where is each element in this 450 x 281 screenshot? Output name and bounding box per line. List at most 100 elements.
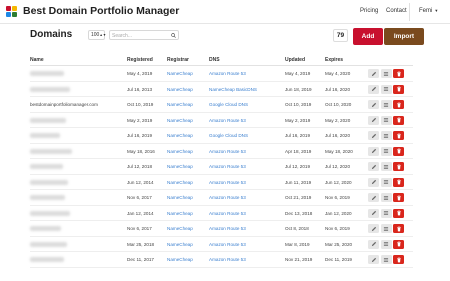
registrar-link[interactable]: NameCheap [167,71,193,76]
registrar-link[interactable]: NameCheap [167,133,193,138]
details-button[interactable] [380,115,392,125]
table-row[interactable]: Jul 16, 2013 NameCheap NameCheap BasicDN… [30,82,413,97]
registrar-link[interactable]: NameCheap [167,226,193,231]
registrar-link[interactable]: NameCheap [167,257,193,262]
brand-logo[interactable] [6,6,18,18]
table-row[interactable]: Mar 25, 2018 NameCheap Amazon Route 53 M… [30,237,413,252]
delete-button[interactable] [393,69,404,78]
details-button[interactable] [380,162,392,171]
add-button[interactable]: Add [353,28,383,45]
table-row[interactable]: Dec 11, 2017 NameCheap Amazon Route 53 N… [30,252,413,268]
import-button[interactable]: Import [384,28,424,45]
edit-button[interactable] [368,177,379,187]
dns-link[interactable]: Google Cloud DNS [209,133,248,138]
dns-link[interactable]: Amazon Route 53 [209,211,246,216]
delete-button[interactable] [393,84,404,94]
edit-button[interactable] [368,208,379,218]
delete-button[interactable] [393,115,404,125]
dns-link[interactable]: Amazon Route 53 [209,118,246,123]
details-button[interactable] [380,69,392,78]
col-header-name[interactable]: Name [30,57,44,63]
registrar-link[interactable]: NameCheap [167,180,193,185]
details-button[interactable] [380,208,392,218]
nav-link-pricing[interactable]: Pricing [360,8,378,14]
details-button[interactable] [380,224,392,233]
table-row[interactable]: Nov 6, 2017 NameCheap Amazon Route 53 Oc… [30,190,413,206]
dns-link[interactable]: Google Cloud DNS [209,102,248,107]
nav-link-contact[interactable]: Contact [386,8,407,14]
delete-button[interactable] [393,193,404,202]
col-header-updated[interactable]: Updated [285,57,305,63]
details-button[interactable] [380,177,392,187]
details-button[interactable] [380,193,392,202]
col-header-registered[interactable]: Registered [127,57,153,63]
delete-button[interactable] [393,146,404,156]
delete-button[interactable] [393,239,404,249]
search-box[interactable] [109,30,179,40]
edit-button[interactable] [368,162,379,171]
delete-button[interactable] [393,131,404,140]
table-row[interactable]: Jul 16, 2019 NameCheap Google Cloud DNS … [30,128,413,144]
table-row[interactable]: Jun 12, 2014 NameCheap Amazon Route 53 J… [30,175,413,190]
col-header-expires[interactable]: Expires [325,57,343,63]
dns-link[interactable]: Amazon Route 53 [209,242,246,247]
registrar-link[interactable]: NameCheap [167,87,193,92]
details-button[interactable] [380,146,392,156]
edit-button[interactable] [368,84,379,94]
table-row[interactable]: May 2, 2019 NameCheap Amazon Route 53 Ma… [30,113,413,128]
registrar-link[interactable]: NameCheap [167,118,193,123]
registrar-link[interactable]: NameCheap [167,102,193,107]
dns-link[interactable]: Amazon Route 53 [209,226,246,231]
pencil-icon [371,148,376,154]
table-row[interactable]: Jan 12, 2014 NameCheap Amazon Route 53 D… [30,206,413,221]
edit-button[interactable] [368,239,379,249]
edit-button[interactable] [368,224,379,233]
registrar-link[interactable]: NameCheap [167,211,193,216]
edit-button[interactable] [368,100,379,109]
delete-button[interactable] [393,224,404,233]
table-row[interactable]: May 18, 2016 NameCheap Amazon Route 53 A… [30,144,413,159]
dns-link[interactable]: Amazon Route 53 [209,164,246,169]
edit-button[interactable] [368,146,379,156]
details-button[interactable] [380,131,392,140]
details-button[interactable] [380,84,392,94]
details-button[interactable] [380,255,392,264]
user-menu[interactable]: Femi ▼ [419,8,438,14]
delete-button[interactable] [393,162,404,171]
edit-button[interactable] [368,69,379,78]
edit-button[interactable] [368,255,379,264]
logo-square-1 [6,6,11,11]
table-row[interactable]: bestdomainportfoliomanager.com Oct 10, 2… [30,97,413,113]
dns-link[interactable]: NameCheap BasicDNS [209,87,257,92]
table-row[interactable]: Nov 6, 2017 NameCheap Amazon Route 53 Oc… [30,221,413,237]
registrar-link[interactable]: NameCheap [167,242,193,247]
table-row[interactable]: Jul 12, 2018 NameCheap Amazon Route 53 J… [30,159,413,175]
dns-link[interactable]: Amazon Route 53 [209,71,246,76]
delete-button[interactable] [393,177,404,187]
details-button[interactable] [380,239,392,249]
dns-link[interactable]: Amazon Route 53 [209,149,246,154]
edit-button[interactable] [368,115,379,125]
dns-link[interactable]: Amazon Route 53 [209,180,246,185]
registrar-link[interactable]: NameCheap [167,195,193,200]
delete-button[interactable] [393,255,404,264]
table-row[interactable]: May 4, 2019 NameCheap Amazon Route 53 Ma… [30,66,413,82]
registered-date: Jul 16, 2019 [127,133,153,138]
search-icon[interactable] [171,33,176,38]
registrar-link[interactable]: NameCheap [167,149,193,154]
search-input[interactable] [112,32,170,39]
edit-button[interactable] [368,193,379,202]
delete-button[interactable] [393,208,404,218]
domain-name[interactable]: bestdomainportfoliomanager.com [30,102,98,107]
details-button[interactable] [380,100,392,109]
page-size-select[interactable]: 100 ▲▼ [88,30,106,40]
updated-date: Dec 13, 2018 [285,210,313,216]
col-header-registrar[interactable]: Registrar [167,57,189,63]
dns-link[interactable]: Amazon Route 53 [209,195,246,200]
dns-link[interactable]: Amazon Route 53 [209,257,246,262]
brand-title[interactable]: Best Domain Portfolio Manager [23,5,179,17]
registrar-link[interactable]: NameCheap [167,164,193,169]
delete-button[interactable] [393,100,404,109]
col-header-dns[interactable]: DNS [209,57,220,63]
edit-button[interactable] [368,131,379,140]
